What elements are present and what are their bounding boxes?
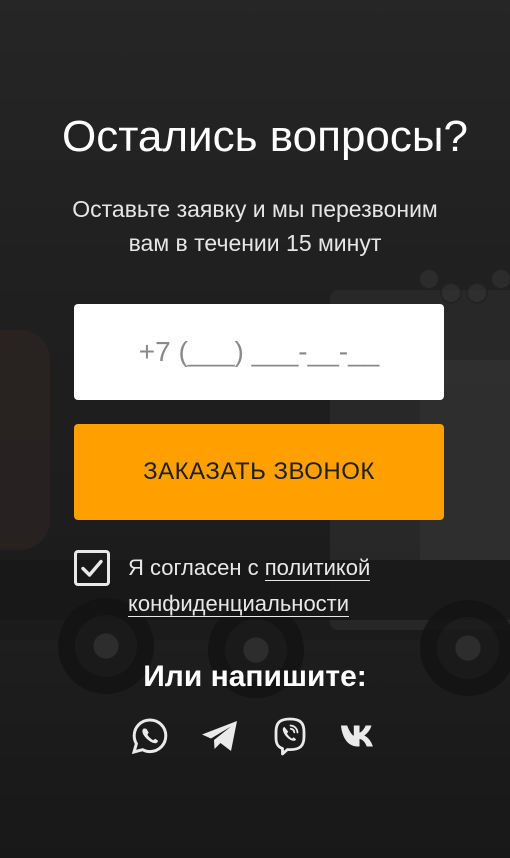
order-call-button[interactable]: ЗАКАЗАТЬ ЗВОНОК (74, 424, 444, 520)
subtitle-line-1: Оставьте заявку и мы перезвоним (72, 196, 438, 222)
telegram-icon[interactable] (200, 716, 240, 756)
form-subtitle: Оставьте заявку и мы перезвоним вам в те… (0, 192, 510, 260)
privacy-policy-link-1[interactable]: политикой (264, 555, 371, 581)
consent-text: Я согласен с политикой конфиденциальност… (128, 550, 468, 622)
vk-icon[interactable] (340, 716, 380, 756)
write-us-title: Или напишите: (143, 660, 367, 693)
viber-icon[interactable] (270, 716, 310, 756)
consent-checkbox[interactable] (74, 550, 110, 586)
privacy-policy-link-2[interactable]: конфиденциальности (128, 591, 350, 617)
checkmark-icon (81, 559, 103, 577)
subtitle-line-2: вам в течении 15 минут (128, 230, 382, 256)
callback-form: Остались вопросы? Оставьте заявку и мы п… (0, 0, 510, 858)
consent-prefix: Я согласен с (128, 555, 259, 580)
social-links (0, 716, 510, 756)
phone-input[interactable] (74, 304, 444, 400)
form-title: Остались вопросы? (62, 112, 468, 161)
whatsapp-icon[interactable] (130, 716, 170, 756)
